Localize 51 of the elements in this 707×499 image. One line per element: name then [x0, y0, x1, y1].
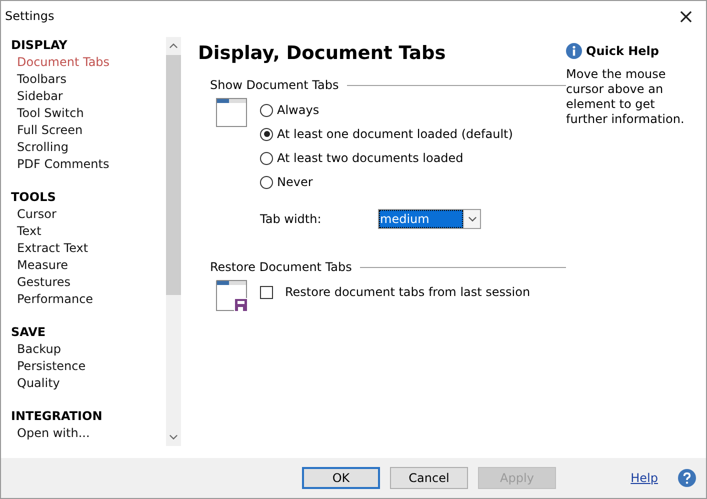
field-label: Tab width:	[260, 212, 322, 226]
help-title: Quick Help	[586, 44, 660, 58]
radio-button[interactable]	[260, 104, 273, 116]
sidebar-item[interactable]: Backup	[11, 341, 166, 358]
sidebar-heading: TOOLS	[11, 189, 57, 206]
sidebar-heading: INTEGRATION	[11, 408, 104, 425]
sidebar-item[interactable]: Toolbars	[11, 71, 166, 88]
chevron-down-icon[interactable]	[468, 216, 476, 222]
option-label[interactable]: At least two documents loaded	[277, 151, 464, 165]
page-title: Display, Document Tabs	[198, 43, 447, 64]
sidebar-item[interactable]: Gestures	[11, 274, 166, 291]
option-label[interactable]: Never	[277, 175, 313, 189]
sidebar-item[interactable]: Extract Text	[11, 240, 166, 257]
sidebar-item[interactable]: Measure	[11, 257, 166, 274]
info-icon	[566, 43, 582, 59]
help-text: Move the mouse cursor above an element to get further information.	[566, 67, 686, 127]
scroll-up-icon[interactable]	[169, 43, 178, 49]
option-label[interactable]: Always	[277, 103, 320, 117]
document-tabs-icon	[216, 98, 248, 130]
sidebar-item[interactable]: Scrolling	[11, 139, 166, 156]
scroll-down-icon[interactable]	[169, 434, 178, 440]
sidebar-item[interactable]: Text	[11, 223, 166, 240]
sidebar-item[interactable]: Sidebar	[11, 88, 166, 105]
close-button[interactable]: ×	[666, 2, 706, 30]
sidebar-item[interactable]: Cursor	[11, 206, 166, 223]
sidebar-item[interactable]: Tool Switch	[11, 105, 166, 122]
sidebar-item[interactable]: Open with...	[11, 425, 166, 442]
sidebar-heading: SAVE	[11, 324, 47, 341]
section-title: Restore Document Tabs	[210, 260, 352, 274]
sidebar-item[interactable]: Quality	[11, 375, 166, 392]
tab-width-dropdown[interactable]: medium	[378, 209, 481, 229]
dialog-button[interactable]: OK	[302, 467, 380, 489]
radio-button[interactable]	[260, 176, 273, 188]
scrollbar-thumb[interactable]	[166, 55, 181, 295]
sidebar-item[interactable]: Performance	[11, 291, 166, 308]
sidebar-item[interactable]: Persistence	[11, 358, 166, 375]
dialog-button[interactable]: Cancel	[390, 467, 468, 489]
help-icon[interactable]	[678, 469, 696, 487]
window-title: Settings	[5, 9, 54, 23]
checkbox[interactable]	[260, 286, 273, 298]
option-label[interactable]: At least one document loaded (default)	[277, 127, 513, 141]
sidebar-item[interactable]: Document Tabs	[11, 54, 166, 71]
sidebar-item[interactable]: PDF Comments	[11, 156, 166, 173]
radio-button[interactable]	[260, 152, 273, 164]
sidebar-heading: DISPLAY	[11, 37, 68, 54]
document-save-icon	[216, 280, 248, 312]
option-label[interactable]: Restore document tabs from last session	[285, 285, 530, 299]
help-link[interactable]: Help	[630, 471, 658, 485]
radio-button[interactable]	[260, 128, 273, 140]
section-title: Show Document Tabs	[210, 78, 339, 92]
sidebar-item[interactable]: Full Screen	[11, 122, 166, 139]
